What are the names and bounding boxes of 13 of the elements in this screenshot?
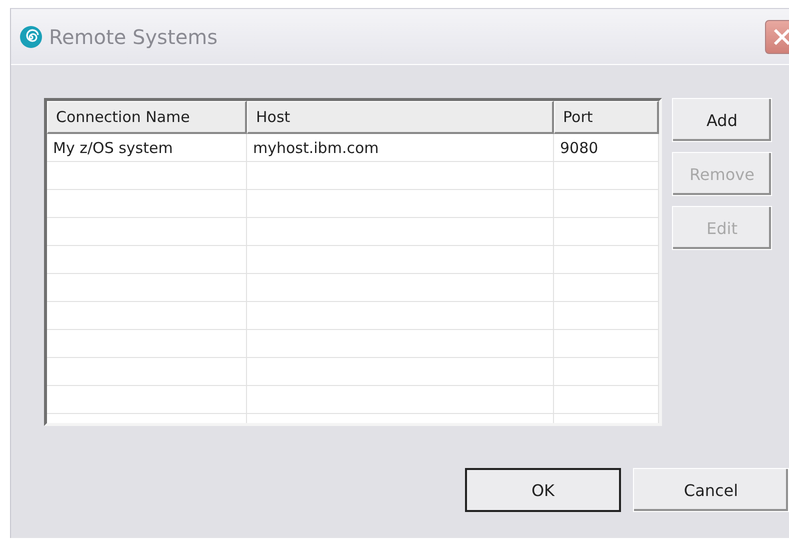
table-cell: My z/OS system bbox=[47, 134, 247, 161]
column-header[interactable]: Host bbox=[247, 101, 554, 134]
close-button[interactable] bbox=[765, 20, 789, 54]
table-cell: myhost.ibm.com bbox=[247, 134, 554, 161]
column-header[interactable]: Connection Name bbox=[47, 101, 247, 134]
add-button[interactable]: Add bbox=[672, 98, 772, 142]
cancel-button[interactable]: Cancel bbox=[633, 468, 789, 512]
ok-button[interactable]: OK bbox=[465, 468, 621, 512]
column-header[interactable]: Port bbox=[554, 101, 659, 134]
window-title: Remote Systems bbox=[49, 24, 218, 48]
spiral-logo-icon bbox=[19, 24, 43, 48]
close-icon bbox=[772, 26, 789, 46]
table-cell: 9080 bbox=[554, 134, 659, 161]
